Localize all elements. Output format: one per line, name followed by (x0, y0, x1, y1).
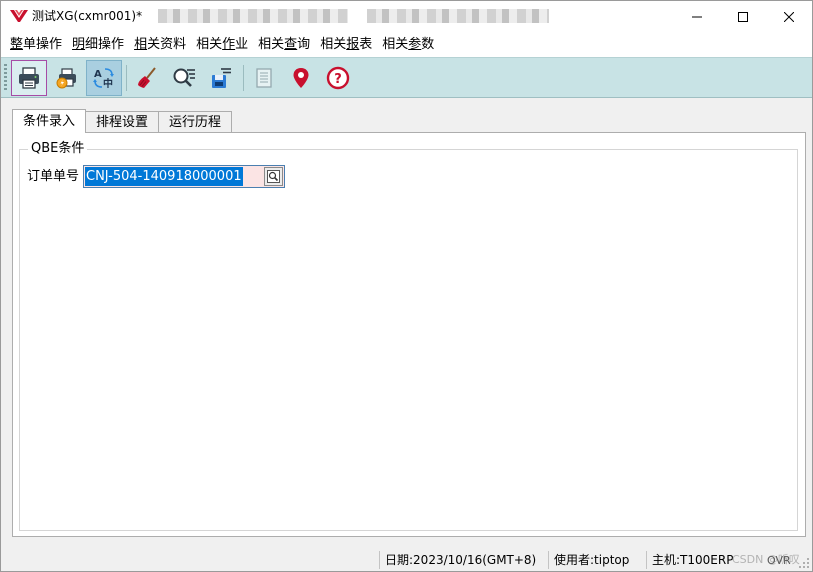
menu-accelerator: 整 (10, 37, 24, 52)
redacted-title-area (367, 9, 549, 23)
maximize-button[interactable] (720, 1, 766, 32)
menu-accelerator: 相 (134, 37, 148, 52)
tab-strip: 条件录入 排程设置 运行历程 (12, 109, 233, 133)
menu-item-1[interactable]: 明细操作 (67, 32, 129, 57)
tab-criteria-entry[interactable]: 条件录入 (12, 109, 87, 133)
svg-text:A: A (94, 69, 102, 80)
help-button[interactable]: ? (320, 60, 356, 96)
app-window: 测试XG(cxmr001)* 整单操作 明细操作 相关资料 相关作业 相关查询 相关报表相… (0, 0, 813, 572)
qbe-groupbox: QBE条件 订单单号 CNJ-504-140918000001 (19, 141, 798, 531)
language-switch-icon: A 中 (93, 68, 114, 90)
close-icon (784, 11, 794, 22)
clear-broom-icon (138, 67, 156, 88)
status-user: 使用者:tiptop (548, 551, 629, 569)
svg-text:中: 中 (103, 77, 113, 90)
menu-item-6[interactable]: 相关参数 (377, 32, 439, 57)
order-number-field[interactable]: CNJ-504-140918000001 (83, 165, 285, 188)
location-button[interactable] (283, 60, 319, 96)
toolbar-separator (243, 65, 244, 91)
window-title: 测试XG(cxmr001)* (32, 9, 143, 23)
menu-item-4[interactable]: 相关查询 (253, 32, 315, 57)
status-overwrite-mode: OVR (767, 554, 791, 567)
print-button[interactable] (11, 60, 47, 96)
quick-print-icon (56, 68, 76, 89)
save-disk-icon (212, 68, 231, 88)
menu-item-5[interactable]: 相关报表 (315, 32, 377, 57)
resize-grip-icon[interactable] (798, 557, 810, 569)
status-date: 日期:2023/10/16(GMT+8) (379, 551, 536, 569)
tab-panel-criteria: QBE条件 订单单号 CNJ-504-140918000001 (12, 132, 806, 537)
menu-accelerator: 作 (222, 37, 236, 52)
menu-accelerator: 参 (408, 37, 422, 52)
menu-item-0[interactable]: 整单操作 (5, 32, 67, 57)
location-pin-icon (293, 68, 309, 88)
printer-icon (19, 67, 39, 89)
menu-item-3[interactable]: 相关作业 (191, 32, 253, 57)
maximize-icon (738, 11, 748, 22)
clear-button[interactable] (129, 60, 165, 96)
menu-item-2[interactable]: 相关资料 (129, 32, 191, 57)
tab-schedule-settings[interactable]: 排程设置 (85, 111, 160, 133)
language-switch-button[interactable]: A 中 (86, 60, 122, 96)
menu-accelerator: 报 (346, 37, 360, 52)
status-bar: 日期:2023/10/16(GMT+8) 使用者:tiptop 主机:T100E… (1, 549, 812, 571)
svg-text:?: ? (334, 72, 342, 87)
minimize-icon (692, 16, 702, 17)
document-list-icon (256, 68, 272, 88)
toolbar: A 中 ? (1, 57, 812, 98)
tab-run-history[interactable]: 运行历程 (158, 111, 233, 133)
toolbar-grip[interactable] (4, 64, 7, 92)
close-button[interactable] (766, 1, 812, 32)
menu-bar: 整单操作 明细操作 相关资料 相关作业 相关查询 相关报表 相关参数 (1, 32, 812, 57)
redacted-title-area (158, 9, 348, 23)
help-question-icon: ? (326, 66, 350, 90)
toolbar-separator (126, 65, 127, 91)
save-button[interactable] (203, 60, 239, 96)
query-button[interactable] (166, 60, 202, 96)
title-bar[interactable]: 测试XG(cxmr001)* (1, 1, 812, 32)
menu-accelerator: 明 (72, 37, 86, 52)
app-logo-icon (10, 10, 28, 22)
content-area: 条件录入 排程设置 运行历程 QBE条件 订单单号 CNJ-504-140918… (1, 98, 812, 549)
quick-print-button[interactable] (49, 60, 85, 96)
document-list-button[interactable] (246, 60, 282, 96)
order-number-label: 订单单号 (27, 169, 80, 184)
order-lookup-button[interactable] (264, 167, 283, 186)
order-number-value[interactable]: CNJ-504-140918000001 (85, 167, 243, 186)
qbe-group-title: QBE条件 (28, 141, 88, 157)
status-host: 主机:T100ERP (646, 551, 733, 569)
menu-accelerator: 查 (284, 37, 298, 52)
magnifier-icon (267, 170, 280, 183)
minimize-button[interactable] (674, 1, 720, 32)
query-search-icon (173, 68, 195, 87)
